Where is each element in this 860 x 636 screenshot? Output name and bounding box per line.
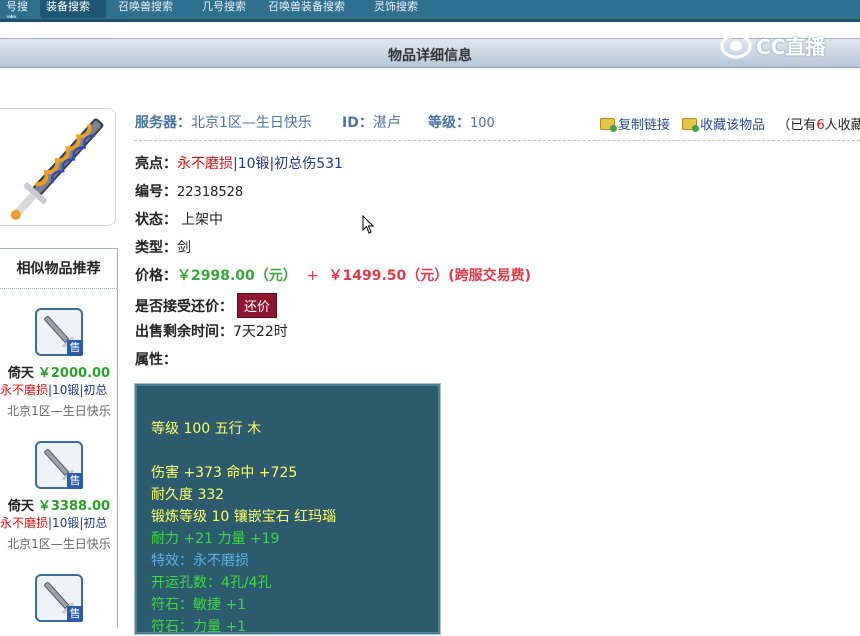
item-thumbnail[interactable]: 售 <box>35 308 83 356</box>
tab-pet-search[interactable]: 召唤兽搜索 <box>112 0 192 18</box>
for-sale-badge: 售 <box>67 606 83 622</box>
attribute-label: 属性： <box>135 352 177 368</box>
attribute-box: 等级 100 五行 木 伤害 +373 命中 +725 耐久度 332 锻炼等级… <box>134 383 441 635</box>
level-info: 等级：100 <box>428 112 495 132</box>
attribute-line: 耐力 +21 力量 +19 <box>151 531 280 547</box>
favorite-icon <box>682 118 700 132</box>
tab-ornament-search[interactable]: 灵饰搜索 <box>368 0 428 18</box>
time-row: 出售剩余时间：7天22时 <box>135 321 288 341</box>
server-label: 服务器： <box>135 115 191 131</box>
item-image <box>0 108 116 226</box>
similar-items-heading: 相似物品推荐 <box>0 249 117 289</box>
price-plus: + <box>306 268 319 284</box>
item-thumbnail[interactable]: 售 <box>35 574 83 622</box>
item-thumbnail[interactable]: 售 <box>35 441 83 489</box>
bargain-label: 是否接受还价： <box>135 299 233 315</box>
level-label: 等级： <box>428 115 470 131</box>
time-value: 7天22时 <box>233 324 288 340</box>
sword-icon <box>10 118 104 220</box>
fee-value: ￥1499.50（元）(跨服交易费) <box>328 268 532 284</box>
similar-items-panel: 相似物品推荐 <box>0 248 118 628</box>
serial-value: 22318528 <box>177 185 244 200</box>
cc-logo-icon <box>720 33 752 59</box>
type-value: 剑 <box>177 240 191 256</box>
item-price: ￥2000.00 <box>37 366 111 381</box>
serial-row: 编号：22318528 <box>135 181 243 201</box>
for-sale-badge: 售 <box>67 340 83 356</box>
item-tag-detail: |10锻|初总 <box>48 516 108 530</box>
type-row: 类型：剑 <box>135 237 191 257</box>
header-divider <box>134 140 860 141</box>
favorite-count-prefix: （已有 <box>777 118 817 133</box>
similar-item-card[interactable]: 售 倚天 ￥2000.00 永不磨损|10锻|初总 北京1区—生日快乐 <box>0 308 118 419</box>
copy-link-button[interactable]: 复制链接 <box>618 118 670 133</box>
item-actions: 复制链接 收藏该物品 （已有6人收藏） <box>600 114 860 133</box>
item-tag-detail: |10锻|初总 <box>48 383 108 397</box>
serial-label: 编号： <box>135 184 177 200</box>
price-row: 价格：￥2998.00（元） + ￥1499.50（元）(跨服交易费) <box>135 265 531 285</box>
item-server: 北京1区—生日快乐 <box>7 537 111 551</box>
tab-account-search[interactable]: 号搜索 <box>0 0 34 18</box>
copy-link-icon <box>600 118 617 132</box>
item-server: 北京1区—生日快乐 <box>7 404 111 418</box>
item-name[interactable]: 倚天 <box>8 366 34 381</box>
type-label: 类型： <box>135 240 177 256</box>
highlight-red: 永不磨损 <box>177 156 233 172</box>
status-value: 上架中 <box>181 212 223 228</box>
top-nav: 号搜索 装备搜索 召唤兽搜索 几号搜索 召唤兽装备搜索 灵饰搜索 <box>0 0 860 22</box>
attribute-row: 属性： <box>135 349 177 369</box>
similar-item-card[interactable]: 售 倚天 ￥3388.00 永不磨损|10锻|初总 北京1区—生日快乐 <box>0 441 118 552</box>
bargain-row: 是否接受还价： 还价 <box>135 293 278 318</box>
price-label: 价格： <box>135 268 177 284</box>
id-info: ID：湛卢 <box>342 112 401 132</box>
favorite-count-suffix: 人收藏） <box>824 118 860 133</box>
item-name[interactable]: 倚天 <box>8 499 34 514</box>
attribute-line: 符石：敏捷 +1 <box>151 597 247 613</box>
tab-pet-equip-search[interactable]: 召唤兽装备搜索 <box>262 0 366 18</box>
tab-equipment-search[interactable]: 装备搜索 <box>40 0 106 18</box>
similar-item-card[interactable]: 售 <box>0 574 118 622</box>
time-label: 出售剩余时间： <box>135 324 233 340</box>
price-value: ￥2998.00（元） <box>177 268 297 284</box>
server-info: 服务器：北京1区—生日快乐 <box>135 112 312 132</box>
attribute-line: 等级 100 五行 木 <box>151 421 262 437</box>
favorite-count-number: 6 <box>816 118 825 133</box>
item-tag-highlight: 永不磨损 <box>0 516 49 530</box>
for-sale-badge: 售 <box>67 473 83 489</box>
stream-logo: CC直播 <box>720 28 840 62</box>
logo-text: CC直播 <box>756 34 826 59</box>
status-row: 状态： 上架中 <box>135 209 223 229</box>
server-value: 北京1区—生日快乐 <box>191 115 312 131</box>
highlight-detail: |10锻|初总伤531 <box>233 156 343 172</box>
id-value: 湛卢 <box>372 115 401 131</box>
attribute-line: 符石：力量 +1 <box>151 619 247 635</box>
bargain-button[interactable]: 还价 <box>237 293 278 318</box>
highlight-label: 亮点： <box>135 156 177 172</box>
highlight-row: 亮点：永不磨损|10锻|初总伤531 <box>135 153 343 173</box>
favorite-count: （已有6人收藏） <box>777 118 860 133</box>
status-label: 状态： <box>135 212 177 228</box>
attribute-line: 锻炼等级 10 镶嵌宝石 红玛瑙 <box>151 509 337 525</box>
level-value: 100 <box>470 116 495 131</box>
attribute-line: 伤害 +373 命中 +725 <box>151 465 298 481</box>
item-tag-highlight: 永不磨损 <box>0 383 49 397</box>
attribute-line: 耐久度 332 <box>151 487 225 503</box>
id-label: ID： <box>342 115 373 131</box>
tab-number-search[interactable]: 几号搜索 <box>196 0 260 18</box>
attribute-line: 特效：永不磨损 <box>151 553 249 569</box>
attribute-line: 开运孔数：4孔/4孔 <box>151 575 272 591</box>
item-price: ￥3388.00 <box>37 499 111 514</box>
favorite-button[interactable]: 收藏该物品 <box>700 118 765 133</box>
mouse-cursor-icon <box>362 215 375 234</box>
